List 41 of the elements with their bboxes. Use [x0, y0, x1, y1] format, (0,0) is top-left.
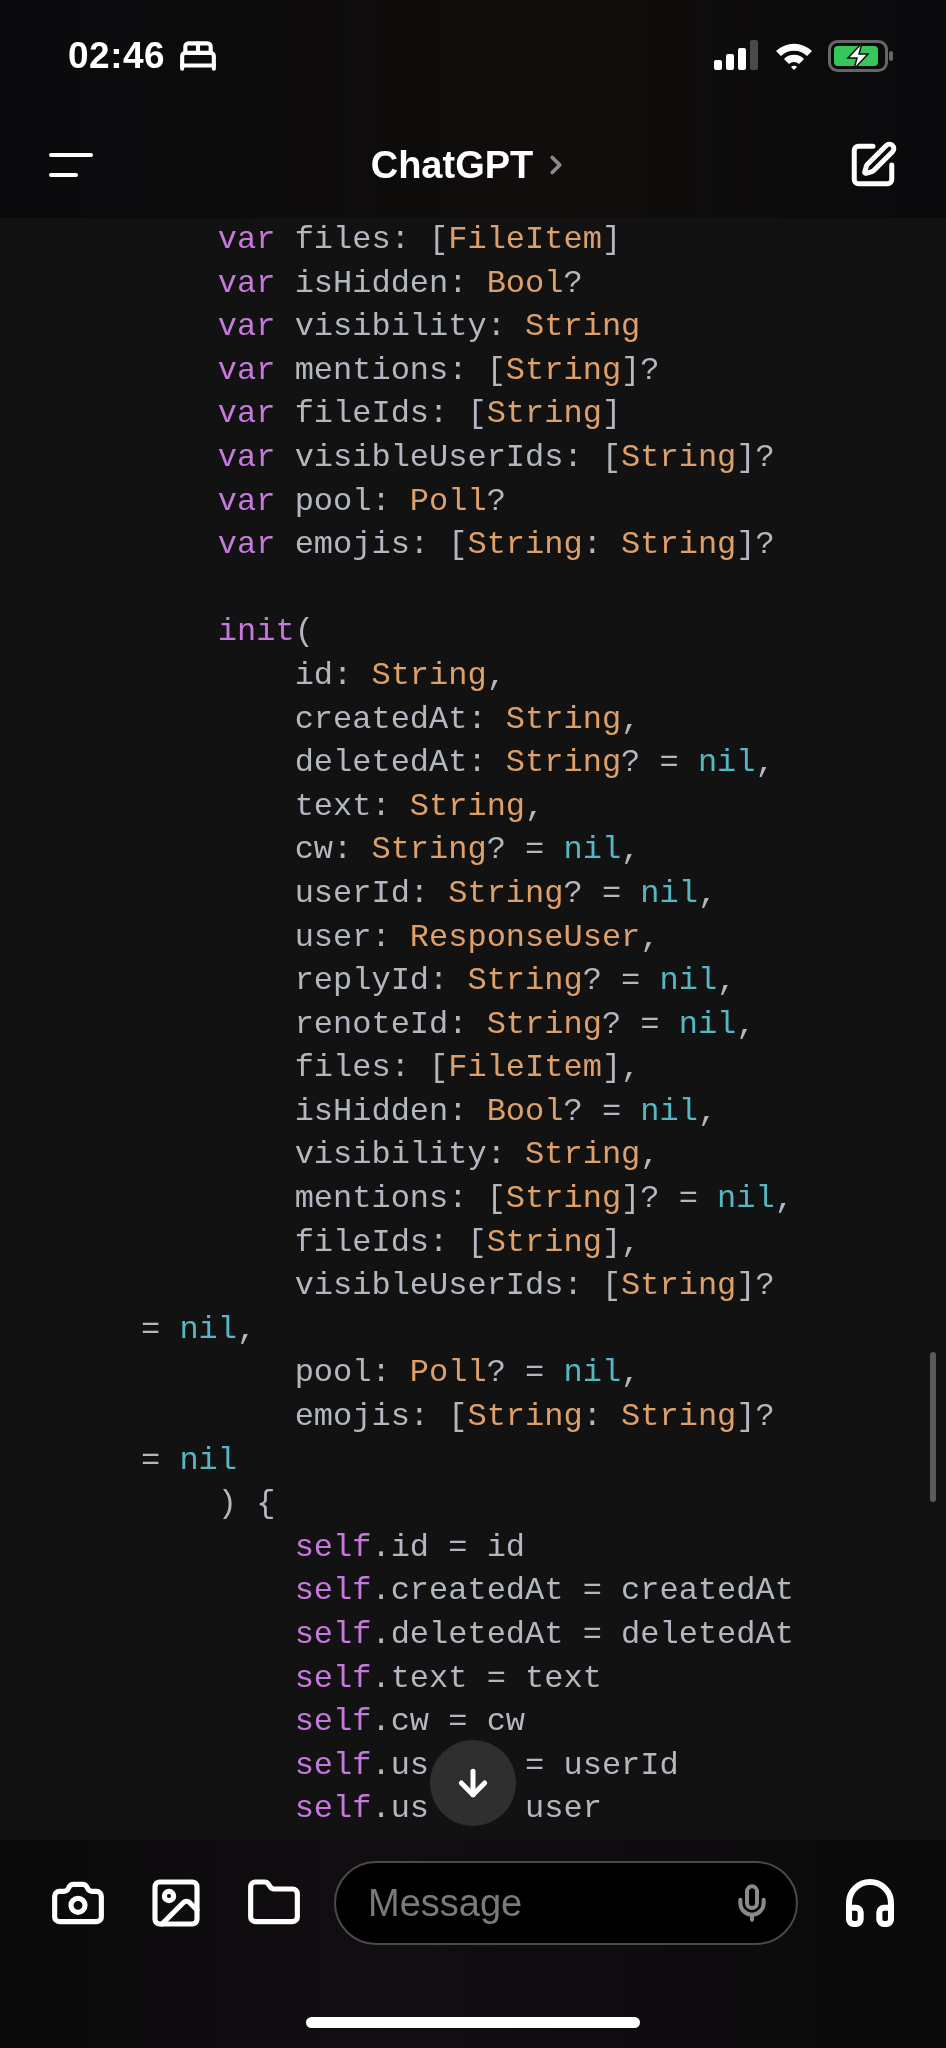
code-line: = nil [141, 1440, 238, 1481]
code-line: deletedAt: String? = nil, [293, 743, 776, 784]
model-title-button[interactable]: ChatGPT [370, 143, 572, 187]
code-line: self.deletedAt = deletedAt [293, 1615, 795, 1655]
code-line: fileIds: [String], [293, 1222, 642, 1263]
code-line: var files: [FileItem] [216, 220, 623, 260]
code-line: user: ResponseUser, [293, 917, 661, 958]
code-fragment: self.us [293, 1789, 430, 1830]
code-line: replyId: String? = nil, [293, 961, 738, 1002]
code-line: id: String, [293, 655, 507, 696]
code-line: visibleUserIds: [String]? [293, 1266, 776, 1307]
code-line: self.text = text [293, 1658, 603, 1699]
status-time: 02:46 [68, 35, 166, 77]
code-line: var visibility: String [216, 307, 642, 348]
code-line: mentions: [String]? = nil, [293, 1179, 795, 1220]
code-line: renoteId: String? = nil, [293, 1004, 757, 1045]
code-line: var emojis: [String: String]? [216, 525, 776, 566]
code-line: self.id = id [293, 1527, 527, 1568]
code-fragment: self.us [293, 1745, 430, 1786]
code-line: var mentions: [String]? [216, 350, 661, 391]
code-line: isHidden: Bool? = nil, [293, 1091, 719, 1132]
code-line: = nil, [141, 1309, 258, 1350]
code-line: var visibleUserIds: [String]? [216, 437, 776, 478]
code-line: text: String, [293, 786, 546, 827]
code-line: var pool: Poll? [216, 481, 507, 522]
code-fragment: user [525, 1789, 602, 1830]
code-line: createdAt: String, [293, 699, 642, 740]
code-line: self.createdAt = createdAt [293, 1571, 795, 1612]
code-line: cw: String? = nil, [293, 830, 642, 871]
code-line: pool: Poll? = nil, [293, 1353, 642, 1394]
code-line: var isHidden: Bool? [216, 263, 584, 304]
code-line: var fileIds: [String] [216, 394, 623, 435]
code-fragment: = userId [525, 1745, 679, 1786]
code-line: emojis: [String: String]? [293, 1397, 776, 1438]
code-line: init( [216, 612, 315, 653]
message-field[interactable]: Message [334, 1861, 798, 1945]
code-line: visibility: String, [293, 1135, 661, 1176]
code-line: self.cw = cw [293, 1702, 527, 1743]
code-line: userId: String? = nil, [293, 873, 719, 914]
code-line: files: [FileItem], [293, 1048, 642, 1089]
code-line: ) { [216, 1484, 277, 1525]
